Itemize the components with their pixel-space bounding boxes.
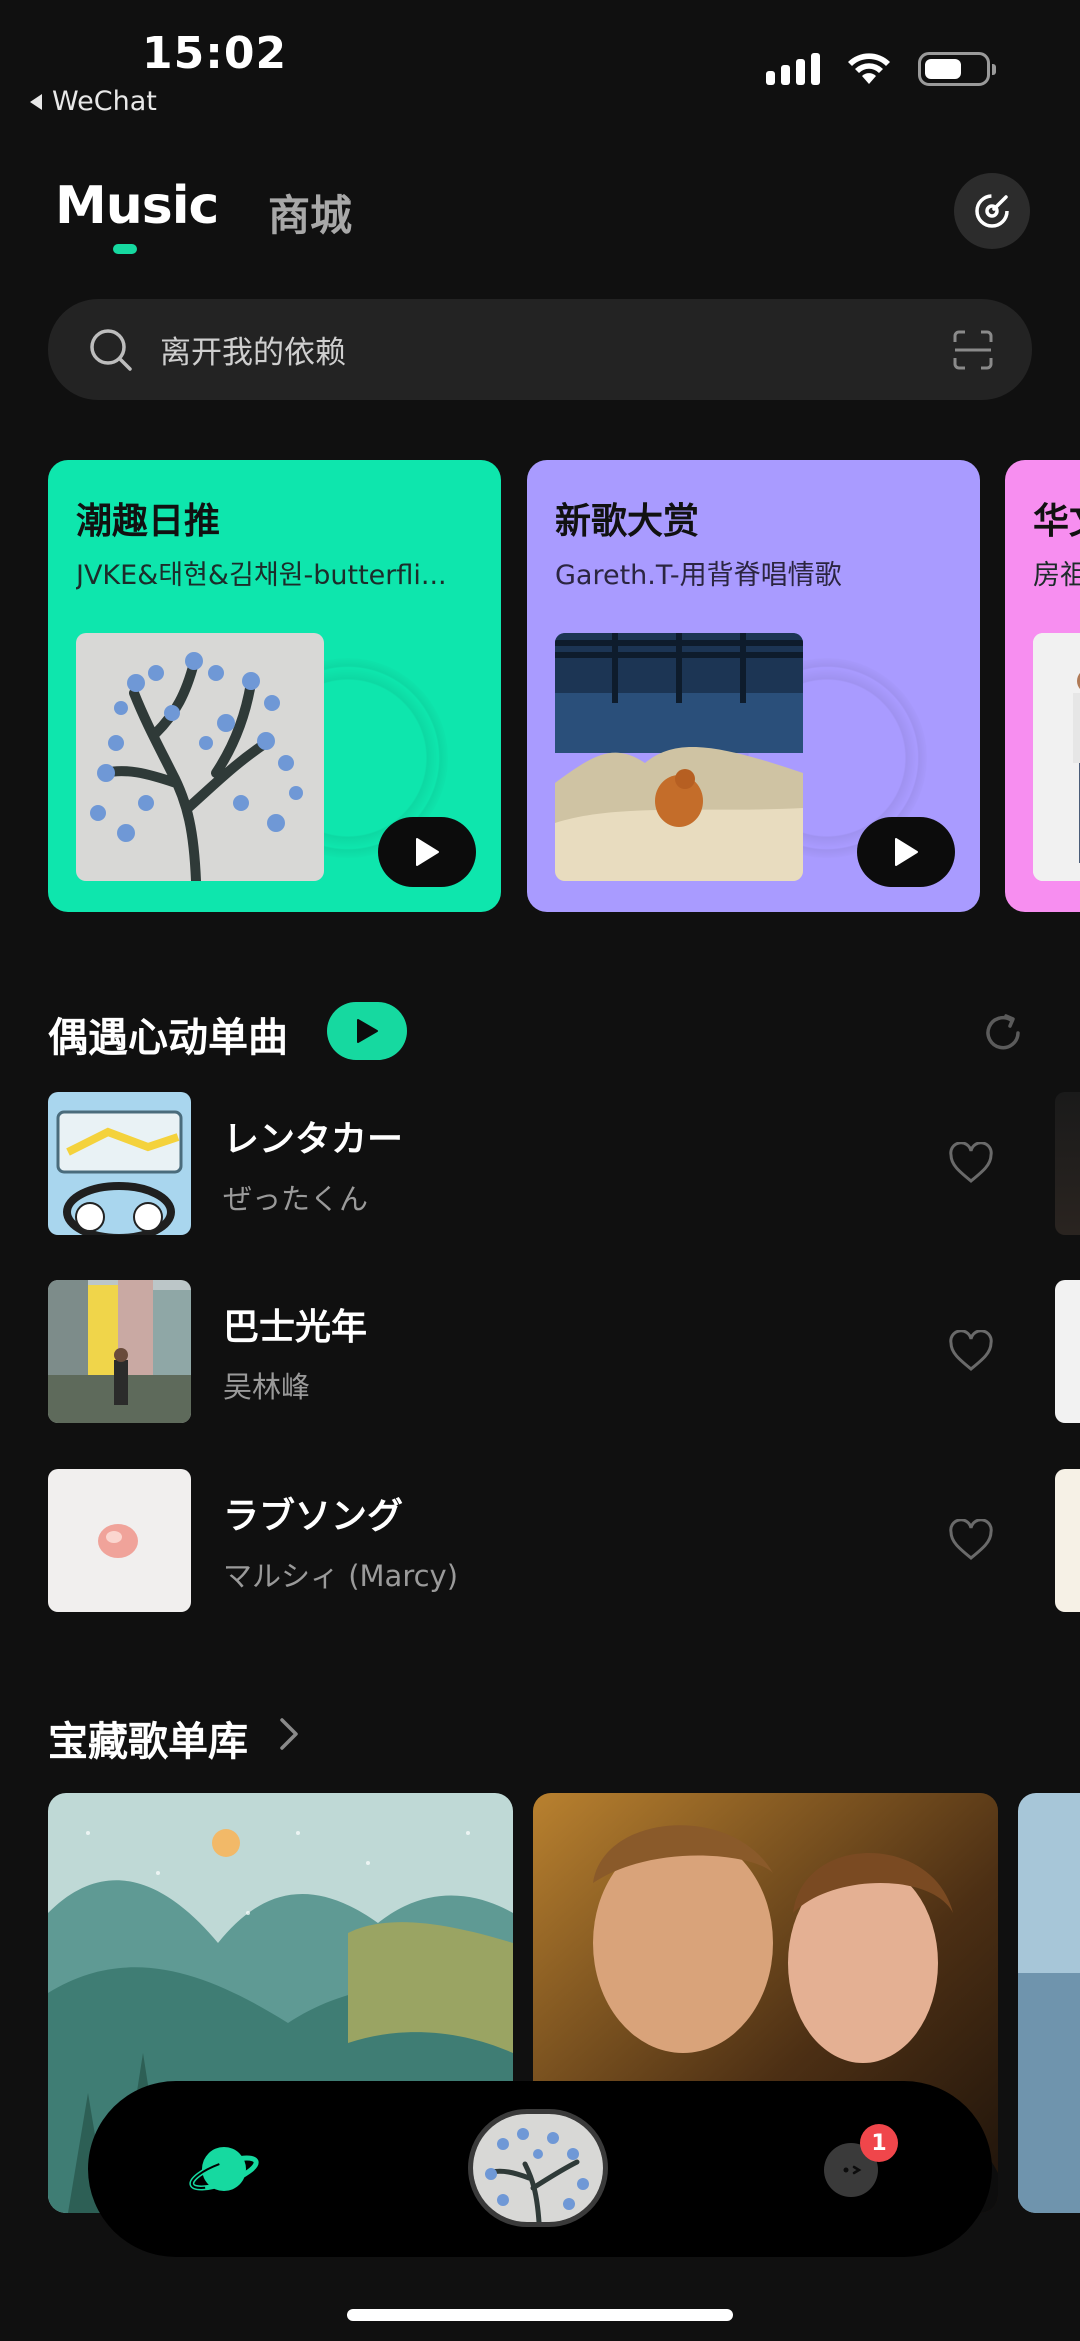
song-peek bbox=[1055, 1469, 1080, 1612]
active-tab-indicator bbox=[113, 244, 137, 254]
music-home-screen: 15:02 WeChat Music 商城 离开我的依赖 潮趣日推 JVKE&태… bbox=[0, 0, 1080, 2341]
bottom-navigation: 1 bbox=[88, 2081, 992, 2257]
tab-music[interactable]: Music bbox=[55, 176, 219, 236]
song-item[interactable]: ラブソング マルシィ (Marcy) bbox=[48, 1469, 1038, 1612]
card-play-button[interactable] bbox=[857, 817, 955, 887]
card-title: 华文 bbox=[1033, 501, 1080, 542]
battery-icon bbox=[918, 52, 996, 86]
chevron-right-icon[interactable] bbox=[274, 1714, 304, 1754]
status-indicators bbox=[766, 52, 996, 86]
wifi-icon bbox=[848, 53, 890, 84]
song-title: ラブソング bbox=[223, 1496, 404, 1537]
card-subtitle: Gareth.T-用背脊唱情歌 bbox=[555, 560, 842, 591]
play-icon bbox=[357, 1019, 378, 1043]
notification-badge: 1 bbox=[860, 2124, 898, 2162]
back-arrow-icon bbox=[30, 93, 42, 110]
radar-icon bbox=[975, 194, 1009, 228]
song-item[interactable]: レンタカー ぜったくん bbox=[48, 1092, 1038, 1235]
play-icon bbox=[416, 838, 439, 866]
planet-icon[interactable] bbox=[188, 2133, 260, 2205]
playlist-card[interactable] bbox=[1018, 1793, 1080, 2213]
status-time: 15:02 bbox=[142, 28, 288, 79]
play-all-singles-button[interactable] bbox=[327, 1002, 407, 1060]
song-artist: マルシィ (Marcy) bbox=[223, 1559, 459, 1593]
heart-icon[interactable] bbox=[948, 1330, 994, 1372]
card-chinese-hits[interactable]: 华文 房祖 bbox=[1005, 460, 1080, 912]
song-artist: 吴林峰 bbox=[223, 1370, 311, 1404]
card-subtitle: JVKE&태현&김채원-butterfli... bbox=[76, 560, 447, 591]
song-peek bbox=[1055, 1280, 1080, 1423]
card-cover-art bbox=[1033, 633, 1080, 881]
refresh-icon[interactable] bbox=[980, 1010, 1026, 1056]
section-title-playlists[interactable]: 宝藏歌单库 bbox=[48, 1709, 248, 1767]
card-cover-art bbox=[76, 633, 324, 881]
section-title-singles: 偶遇心动单曲 bbox=[48, 1015, 288, 1061]
heart-icon[interactable] bbox=[948, 1519, 994, 1561]
search-input[interactable]: 离开我的依赖 bbox=[160, 327, 346, 372]
scan-icon[interactable] bbox=[952, 329, 994, 371]
back-label: WeChat bbox=[52, 86, 157, 117]
cellular-signal-icon bbox=[766, 53, 820, 85]
song-title: レンタカー bbox=[223, 1119, 404, 1160]
card-title: 新歌大赏 bbox=[555, 501, 700, 542]
music-radar-button[interactable] bbox=[954, 173, 1030, 249]
search-icon bbox=[90, 328, 132, 371]
song-artist: ぜったくん bbox=[223, 1182, 369, 1216]
song-cover bbox=[48, 1092, 191, 1235]
card-cover-art bbox=[555, 633, 803, 881]
card-daily-picks[interactable]: 潮趣日推 JVKE&태현&김채원-butterfli... bbox=[48, 460, 501, 912]
heart-icon[interactable] bbox=[948, 1142, 994, 1184]
now-playing-button[interactable] bbox=[468, 2109, 608, 2227]
song-peek bbox=[1055, 1092, 1080, 1235]
song-item[interactable]: 巴士光年 吴林峰 bbox=[48, 1280, 1038, 1423]
song-cover bbox=[48, 1280, 191, 1423]
song-cover bbox=[48, 1469, 191, 1612]
play-icon bbox=[895, 838, 918, 866]
home-indicator[interactable] bbox=[347, 2309, 733, 2321]
card-subtitle: 房祖 bbox=[1033, 560, 1080, 591]
tab-shop[interactable]: 商城 bbox=[268, 182, 352, 243]
search-bar[interactable]: 离开我的依赖 bbox=[48, 299, 1032, 400]
song-title: 巴士光年 bbox=[223, 1307, 368, 1348]
card-title: 潮趣日推 bbox=[76, 501, 221, 542]
back-to-wechat[interactable]: WeChat bbox=[30, 86, 157, 117]
card-play-button[interactable] bbox=[378, 817, 476, 887]
card-new-songs[interactable]: 新歌大赏 Gareth.T-用背脊唱情歌 bbox=[527, 460, 980, 912]
